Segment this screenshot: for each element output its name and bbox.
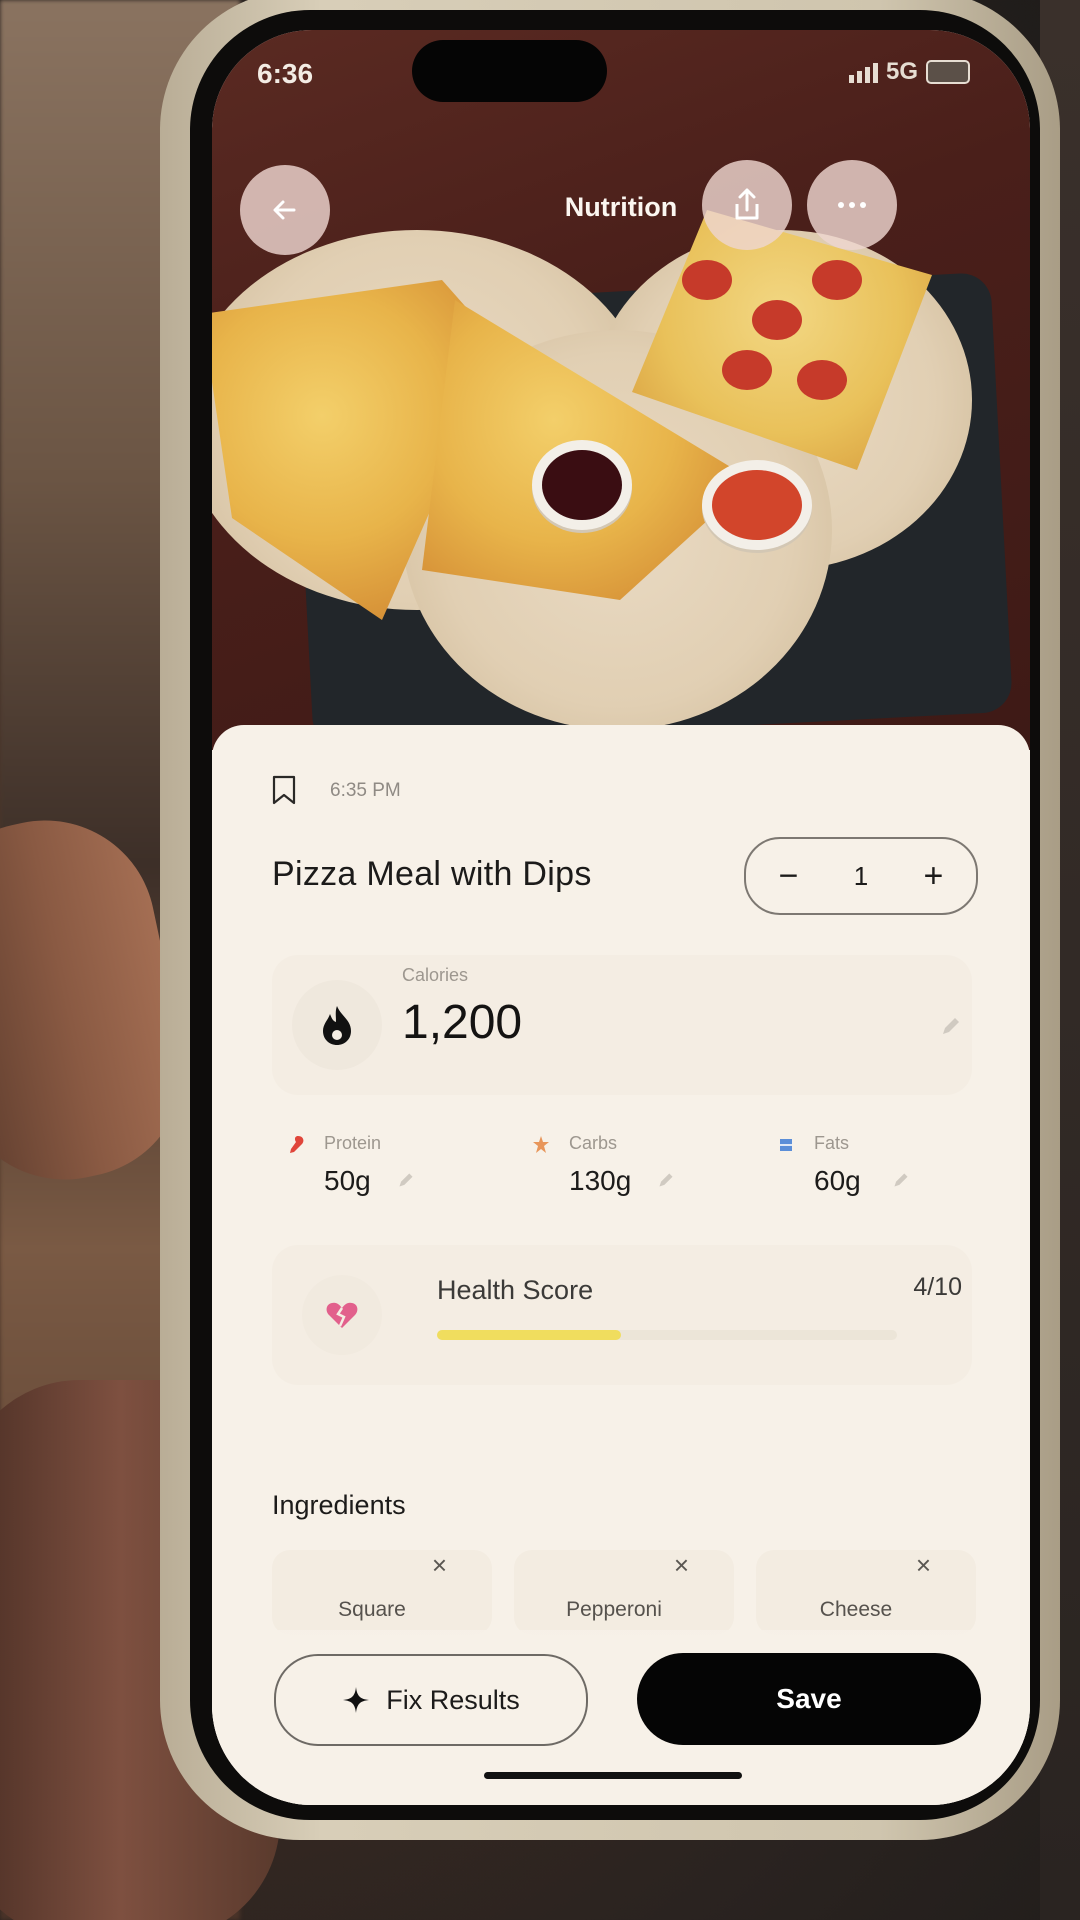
remove-icon[interactable]: × bbox=[432, 1550, 447, 1581]
ingredients-title: Ingredients bbox=[272, 1490, 406, 1520]
dip-cup-dark bbox=[532, 440, 632, 530]
macro-label: Protein bbox=[324, 1133, 382, 1153]
dip-cup-red bbox=[702, 460, 812, 550]
health-score-fill bbox=[437, 1330, 621, 1340]
pepperoni bbox=[797, 360, 847, 400]
network-type: 5G bbox=[885, 58, 918, 85]
macro-value: 50g bbox=[324, 1165, 371, 1196]
ingredient-name: Cheese bbox=[819, 1598, 893, 1621]
fix-results-label: Fix Results bbox=[386, 1684, 520, 1715]
ingredients-list: × Square × Pepperoni × Cheese bbox=[272, 1550, 992, 1635]
remove-icon[interactable]: × bbox=[674, 1550, 689, 1581]
sparkle-icon bbox=[343, 1687, 370, 1713]
ingredient-chip[interactable]: × Pepperoni bbox=[514, 1550, 734, 1635]
nutrition-card: 6:35 PM Pizza Meal with Dips − 1 + Calor… bbox=[212, 725, 1030, 1805]
edit-pencil-icon[interactable] bbox=[892, 1171, 910, 1189]
meal-timestamp: 6:35 PM bbox=[330, 780, 401, 801]
share-button[interactable] bbox=[702, 160, 792, 250]
calories-value: 1,200 bbox=[402, 996, 523, 1049]
calories-block[interactable]: Calories 1,200 bbox=[272, 955, 972, 1095]
pepperoni bbox=[682, 260, 732, 300]
calories-label: Calories bbox=[402, 965, 469, 985]
more-button[interactable] bbox=[807, 160, 897, 250]
increment-button[interactable]: + bbox=[913, 857, 953, 896]
ingredient-name: Pepperoni bbox=[566, 1598, 662, 1621]
quantity-stepper: − 1 + bbox=[744, 837, 978, 915]
save-button[interactable]: Save bbox=[637, 1653, 981, 1745]
home-indicator[interactable] bbox=[484, 1772, 742, 1779]
battery-icon bbox=[926, 60, 970, 84]
pepperoni bbox=[812, 260, 862, 300]
bookmark-icon[interactable] bbox=[272, 775, 296, 805]
fix-results-button[interactable]: Fix Results bbox=[274, 1654, 588, 1746]
health-score-block: Health Score 4/10 bbox=[272, 1245, 972, 1385]
edit-pencil-icon[interactable] bbox=[397, 1171, 415, 1189]
signal-icon bbox=[848, 61, 878, 83]
pepperoni bbox=[752, 300, 802, 340]
status-time: 6:36 bbox=[257, 58, 314, 89]
health-score-bar bbox=[437, 1330, 897, 1340]
quantity-value: 1 bbox=[853, 860, 869, 891]
decrement-button[interactable]: − bbox=[769, 857, 809, 896]
edit-pencil-icon[interactable] bbox=[657, 1171, 675, 1189]
dynamic-island bbox=[412, 40, 607, 102]
macro-carbs[interactable]: Carbs 130g bbox=[517, 1125, 737, 1225]
ingredient-chip[interactable]: × Cheese bbox=[756, 1550, 976, 1635]
macro-fats[interactable]: Fats 60g bbox=[762, 1125, 982, 1225]
macro-label: Carbs bbox=[569, 1133, 618, 1153]
meal-name: Pizza Meal with Dips bbox=[272, 855, 592, 893]
flame-icon bbox=[292, 980, 382, 1070]
macro-protein[interactable]: Protein 50g bbox=[272, 1125, 492, 1225]
health-score-label: Health Score bbox=[437, 1275, 594, 1305]
page-title: Nutrition bbox=[564, 192, 678, 222]
protein-icon bbox=[290, 1136, 304, 1153]
fats-icon bbox=[780, 1139, 792, 1151]
macro-label: Fats bbox=[814, 1133, 850, 1153]
more-dots-icon bbox=[838, 202, 866, 208]
phone-screen: 6:36 5G Nutrition 6:35 PM Pizza Meal wit… bbox=[212, 30, 1030, 1805]
share-icon bbox=[735, 188, 759, 220]
meal-photo bbox=[212, 30, 1030, 750]
ingredient-chip[interactable]: × Square bbox=[272, 1550, 492, 1635]
macro-value: 130g bbox=[569, 1165, 632, 1196]
pepperoni bbox=[722, 350, 772, 390]
remove-icon[interactable]: × bbox=[916, 1550, 931, 1581]
health-score-value: 4/10 bbox=[913, 1273, 962, 1301]
broken-heart-icon bbox=[302, 1275, 382, 1355]
status-indicators: 5G bbox=[848, 58, 970, 86]
edit-pencil-icon[interactable] bbox=[940, 1015, 962, 1037]
ingredient-name: Square bbox=[338, 1598, 406, 1621]
carbs-icon bbox=[533, 1136, 549, 1153]
macro-value: 60g bbox=[814, 1165, 861, 1196]
